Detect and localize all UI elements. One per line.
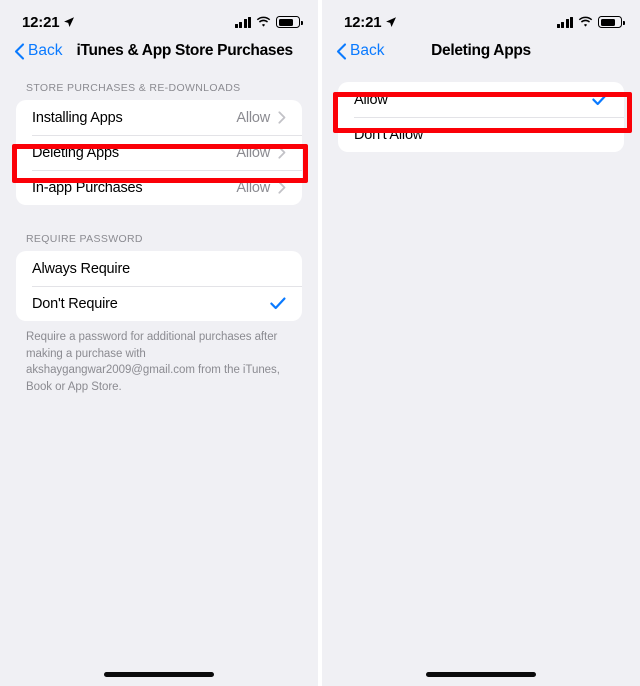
row-value: Allow bbox=[236, 179, 270, 196]
chevron-left-icon bbox=[336, 42, 347, 60]
wifi-icon bbox=[578, 16, 593, 27]
settings-group-require-password: Always Require Don't Require bbox=[16, 251, 302, 321]
settings-row-deleting-apps[interactable]: Deleting Apps Allow bbox=[16, 135, 302, 170]
row-label: Don't Allow bbox=[354, 126, 424, 143]
settings-content: Allow Don't Allow bbox=[322, 68, 640, 152]
status-bar: 12:21 bbox=[0, 0, 318, 34]
settings-row-installing-apps[interactable]: Installing Apps Allow bbox=[16, 100, 302, 135]
page-title: iTunes & App Store Purchases bbox=[76, 42, 293, 59]
home-indicator bbox=[104, 672, 214, 677]
chevron-left-icon bbox=[14, 42, 25, 60]
location-arrow-icon bbox=[386, 17, 397, 27]
battery-icon bbox=[598, 16, 625, 28]
row-label: Installing Apps bbox=[32, 109, 123, 126]
back-button[interactable]: Back bbox=[336, 42, 384, 60]
clock-label: 12:21 bbox=[22, 13, 60, 31]
right-phone-screen: 12:21 Back Deleting Apps Allow Don't All… bbox=[322, 0, 640, 686]
row-label: Allow bbox=[354, 91, 388, 108]
status-bar-icons bbox=[556, 16, 625, 28]
section-footer-note: Require a password for additional purcha… bbox=[26, 331, 280, 394]
settings-row-allow[interactable]: Allow bbox=[338, 82, 624, 117]
location-arrow-icon bbox=[64, 17, 75, 27]
settings-group-store-purchases: Installing Apps Allow Deleting Apps Allo… bbox=[16, 100, 302, 205]
row-label: Don't Require bbox=[32, 295, 118, 312]
status-bar-time-group: 12:21 bbox=[22, 14, 75, 31]
battery-icon bbox=[276, 16, 303, 28]
chevron-right-icon bbox=[278, 111, 286, 124]
clock-label: 12:21 bbox=[344, 13, 382, 31]
wifi-icon bbox=[256, 16, 271, 27]
home-indicator bbox=[426, 672, 536, 677]
screenshot-root: 12:21 Back iTunes & App Store Purchases … bbox=[0, 0, 640, 686]
settings-group-deleting-apps-options: Allow Don't Allow bbox=[338, 82, 624, 152]
settings-row-dont-allow[interactable]: Don't Allow bbox=[338, 117, 624, 152]
checkmark-icon bbox=[592, 93, 608, 106]
settings-row-always-require[interactable]: Always Require bbox=[16, 251, 302, 286]
row-value: Allow bbox=[236, 144, 270, 161]
navigation-bar: Back iTunes & App Store Purchases bbox=[0, 34, 318, 68]
settings-content: STORE PURCHASES & RE-DOWNLOADS Installin… bbox=[0, 68, 318, 396]
cellular-signal-icon bbox=[234, 16, 251, 28]
row-label: In-app Purchases bbox=[32, 179, 143, 196]
left-phone-screen: 12:21 Back iTunes & App Store Purchases … bbox=[0, 0, 318, 686]
section-header-require-password: REQUIRE PASSWORD bbox=[26, 233, 143, 245]
chevron-right-icon bbox=[278, 146, 286, 159]
settings-row-in-app-purchases[interactable]: In-app Purchases Allow bbox=[16, 170, 302, 205]
back-button[interactable]: Back bbox=[14, 42, 62, 60]
checkmark-icon bbox=[270, 297, 286, 310]
status-bar: 12:21 bbox=[322, 0, 640, 34]
navigation-bar: Back Deleting Apps bbox=[322, 34, 640, 68]
status-bar-icons bbox=[234, 16, 303, 28]
back-button-label: Back bbox=[350, 42, 385, 59]
cellular-signal-icon bbox=[556, 16, 573, 28]
row-label: Deleting Apps bbox=[32, 144, 119, 161]
back-button-label: Back bbox=[28, 42, 63, 59]
row-value: Allow bbox=[236, 109, 270, 126]
status-bar-time-group: 12:21 bbox=[344, 14, 397, 31]
settings-row-dont-require[interactable]: Don't Require bbox=[16, 286, 302, 321]
section-header-store-purchases: STORE PURCHASES & RE-DOWNLOADS bbox=[26, 82, 241, 94]
row-label: Always Require bbox=[32, 260, 130, 277]
chevron-right-icon bbox=[278, 181, 286, 194]
